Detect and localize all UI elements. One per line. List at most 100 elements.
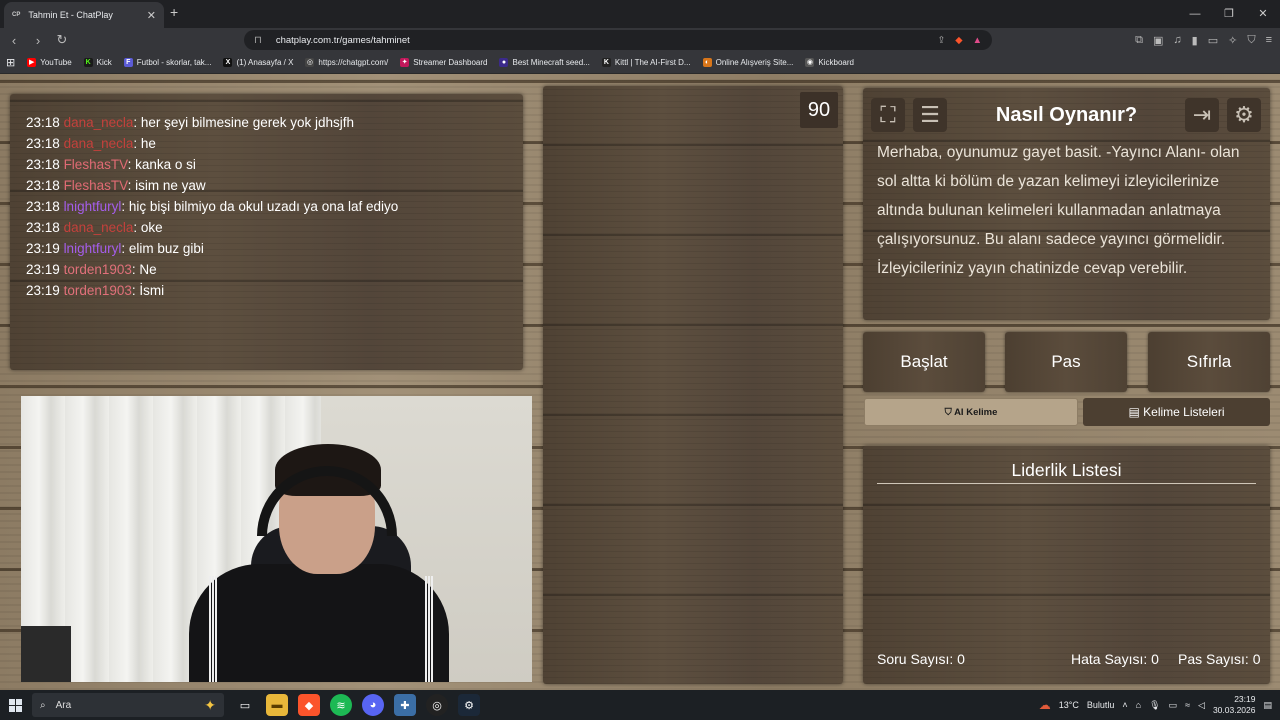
file-explorer-icon[interactable]: ▬ — [266, 694, 288, 716]
battery-icon[interactable]: ▭ — [1169, 700, 1178, 711]
brave-shields-icon[interactable]: ◆ — [955, 35, 962, 46]
spotify-icon[interactable]: ≋ — [330, 694, 352, 716]
chat-timestamp: 23:19 — [26, 262, 60, 277]
forward-icon[interactable]: › — [28, 33, 48, 48]
bookmark-item[interactable]: ◉ Kickboard — [805, 58, 854, 67]
chat-text: : he — [133, 136, 156, 151]
word-lists-label: Kelime Listeleri — [1143, 405, 1225, 419]
start-button[interactable]: Başlat — [863, 332, 985, 392]
browser-toolbar: ‹ › ↻ ⊓ chatplay.com.tr/games/tahminet ⇪… — [0, 28, 1280, 52]
how-to-play-panel: ⛶ ☰ Nasıl Oynanır? ⇥ ⚙ Merhaba, oyunumuz… — [863, 88, 1270, 320]
chat-timestamp: 23:18 — [26, 178, 60, 193]
reset-button[interactable]: Sıfırla — [1148, 332, 1270, 392]
minimize-icon[interactable]: — — [1178, 0, 1212, 28]
bookmark-item[interactable]: ◐ Online Alışveriş Site... — [702, 58, 793, 67]
exit-icon[interactable]: ⇥ — [1185, 98, 1219, 132]
bookmark-item[interactable]: ◎ https://chatgpt.com/ — [305, 58, 388, 67]
bookmark-item[interactable]: X (1) Anasayfa / X — [223, 58, 293, 67]
webcam-feed — [21, 396, 532, 682]
chatplay-favicon-icon: CP — [12, 12, 21, 18]
extensions-icon[interactable]: ⧉ — [1135, 34, 1143, 47]
reload-icon[interactable]: ↻ — [52, 32, 72, 48]
menu-icon[interactable]: ≡ — [1266, 34, 1272, 46]
ai-word-label: AI Kelime — [954, 407, 998, 418]
windows-start-icon[interactable] — [0, 690, 30, 720]
brave-rewards-icon[interactable]: ▲ — [973, 35, 982, 46]
task-view-icon[interactable]: ▭ — [234, 694, 256, 716]
taskbar-search-input[interactable]: ⌕ Ara ✦ — [32, 693, 224, 717]
apps-icon[interactable]: ⊞ — [6, 56, 15, 69]
chat-username[interactable]: torden1903 — [64, 262, 132, 277]
streamer-area-panel — [543, 86, 843, 684]
tab-close-icon[interactable]: ✕ — [147, 9, 156, 22]
brave-browser-icon[interactable]: ◆ — [298, 694, 320, 716]
network-icon[interactable]: ⌂ — [1136, 700, 1141, 710]
chat-message: 23:19 torden1903: Ne — [26, 259, 507, 280]
obs-icon[interactable]: ◎ — [426, 694, 448, 716]
screenshot-icon[interactable]: ▣ — [1153, 34, 1163, 47]
chat-text: : isim ne yaw — [127, 178, 206, 193]
robot-icon: ⛉ — [944, 407, 952, 418]
leo-ai-icon[interactable]: ✧ — [1228, 34, 1237, 47]
chat-messages: 23:18 dana_necla: her şeyi bilmesine ger… — [26, 112, 507, 301]
browser-tab[interactable]: CP Tahmin Et - ChatPlay ✕ — [4, 2, 164, 28]
chat-username[interactable]: FleshasTV — [64, 157, 128, 172]
bookmark-item[interactable]: K Kick — [83, 58, 112, 67]
back-icon[interactable]: ‹ — [4, 33, 24, 48]
url-text: chatplay.com.tr/games/tahminet — [275, 34, 410, 46]
futbol-icon: F — [123, 58, 133, 67]
word-lists-button[interactable]: ▤ Kelime Listeleri — [1083, 398, 1270, 426]
notification-icon[interactable]: ▤ — [1263, 700, 1272, 711]
search-icon: ⌕ — [40, 699, 46, 711]
chat-username[interactable]: dana_necla — [64, 115, 134, 130]
bookmark-item[interactable]: K Kittl | The AI-First D... — [601, 58, 691, 67]
clock[interactable]: 23:19 30.03.2026 — [1213, 694, 1256, 716]
volume-icon[interactable]: ◁ — [1198, 700, 1205, 711]
chat-timestamp: 23:18 — [26, 220, 60, 235]
kickboard-icon: ◉ — [805, 58, 815, 67]
wallet-icon[interactable]: ▭ — [1208, 34, 1218, 47]
countdown-timer: 90 — [800, 92, 838, 128]
bookmarks-bar: ⊞ ▶ YouTube K Kick F Futbol - skorlar, tak.… — [0, 52, 1280, 74]
app-icon[interactable]: ✚ — [394, 694, 416, 716]
chat-username[interactable]: FleshasTV — [64, 178, 128, 193]
chat-text: : hiç bişi bilmiyo da okul uzadı ya ona … — [121, 199, 399, 214]
steam-icon[interactable]: ⚙ — [458, 694, 480, 716]
chat-panel: 23:18 dana_necla: her şeyi bilmesine ger… — [10, 94, 523, 370]
chat-timestamp: 23:18 — [26, 136, 60, 151]
window-close-icon[interactable]: ✕ — [1246, 0, 1280, 28]
discord-icon[interactable]: ◕ — [362, 694, 384, 716]
restore-icon[interactable]: ❐ — [1212, 0, 1246, 28]
chat-text: : elim buz gibi — [121, 241, 204, 256]
chevron-up-icon[interactable]: ˄ — [1122, 700, 1127, 710]
chat-username[interactable]: dana_necla — [64, 136, 134, 151]
vpn-icon[interactable]: ⛉ — [1247, 34, 1255, 47]
bookmark-icon[interactable]: ⊓ — [254, 35, 262, 46]
youtube-icon: ▶ — [27, 58, 37, 67]
chat-username[interactable]: lnightfuryl — [64, 241, 122, 256]
microphone-icon[interactable]: 🎙︎ — [1149, 700, 1160, 711]
bookmark-item[interactable]: F Futbol - skorlar, tak... — [123, 58, 211, 67]
how-to-play-text: Merhaba, oyunumuz gayet basit. -Yayıncı … — [877, 144, 1240, 277]
chat-username[interactable]: torden1903 — [64, 283, 132, 298]
weather-desc: Bulutlu — [1086, 700, 1115, 710]
media-icon[interactable]: ♫ — [1173, 34, 1181, 46]
chat-timestamp: 23:18 — [26, 115, 60, 130]
sidebar-icon[interactable]: ▮ — [1192, 34, 1198, 47]
share-icon[interactable]: ⇪ — [937, 35, 945, 46]
gear-icon[interactable]: ⚙ — [1227, 98, 1261, 132]
streamer-icon: ✦ — [400, 58, 410, 67]
ai-word-button[interactable]: ⛉ AI Kelime — [864, 398, 1078, 426]
taskbar: ⌕ Ara ✦ ▭ ▬ ◆ ≋ ◕ ✚ ◎ ⚙ ☁ 13°C Bulutlu ˄… — [0, 690, 1280, 720]
pass-button[interactable]: Pas — [1005, 332, 1127, 392]
leaderboard-title: Liderlik Listesi — [1011, 460, 1122, 480]
bookmark-item[interactable]: ● Best Minecraft seed... — [499, 58, 590, 67]
chat-message: 23:19 lnightfuryl: elim buz gibi — [26, 238, 507, 259]
wifi-icon[interactable]: ≈ — [1185, 700, 1190, 710]
chat-username[interactable]: lnightfuryl — [64, 199, 122, 214]
address-bar[interactable]: ⊓ chatplay.com.tr/games/tahminet ⇪ ◆ ▲ — [244, 30, 992, 50]
new-tab-icon[interactable]: + — [170, 4, 178, 20]
bookmark-item[interactable]: ▶ YouTube — [27, 58, 72, 67]
bookmark-item[interactable]: ✦ Streamer Dashboard — [400, 58, 487, 67]
chat-username[interactable]: dana_necla — [64, 220, 134, 235]
